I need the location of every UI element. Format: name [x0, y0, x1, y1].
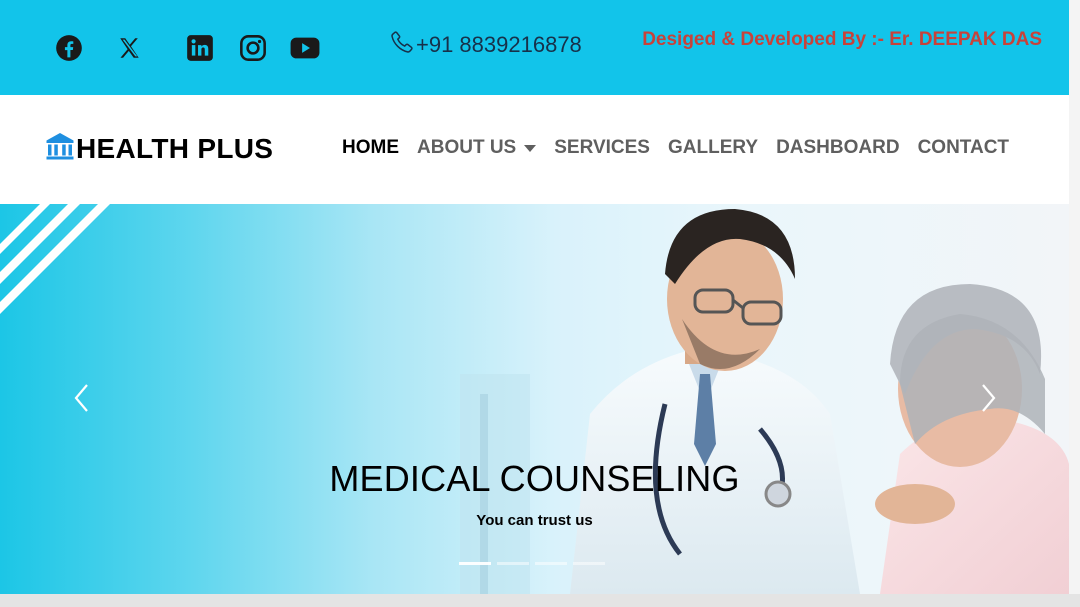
- nav-about-us-label: ABOUT US: [417, 137, 517, 158]
- hero-carousel: MEDICAL COUNSELING You can trust us: [0, 204, 1069, 594]
- hero-title: MEDICAL COUNSELING: [329, 458, 740, 499]
- nav-home[interactable]: HOME: [342, 137, 399, 159]
- nav-dashboard[interactable]: DASHBOARD: [776, 137, 900, 159]
- developer-credit: Desiged & Developed By :- Er. DEEPAK DAS: [642, 29, 1042, 50]
- main-navbar: HEALTH PLUS HOME ABOUT US SERVICES GALLE…: [0, 95, 1069, 204]
- facebook-icon[interactable]: [54, 33, 84, 63]
- nav-contact[interactable]: CONTACT: [918, 137, 1009, 159]
- phone-icon: [390, 30, 414, 60]
- carousel-indicator-1[interactable]: [459, 562, 491, 565]
- decorative-stripes: [0, 204, 110, 314]
- carousel-indicator-2[interactable]: [497, 562, 529, 565]
- nav-menu: HOME ABOUT US SERVICES GALLERY DASHBOARD…: [342, 137, 1027, 159]
- carousel-prev-button[interactable]: [66, 382, 96, 418]
- bank-building-icon: [45, 131, 75, 166]
- youtube-icon[interactable]: [290, 33, 320, 63]
- brand-logo[interactable]: HEALTH PLUS: [45, 131, 273, 166]
- caret-down-icon: [524, 144, 537, 152]
- page-scrollbar[interactable]: [1069, 0, 1080, 594]
- top-contact-bar: +91 8839216878 Desiged & Developed By :-…: [0, 0, 1069, 95]
- nav-about-us-dropdown[interactable]: ABOUT US: [417, 137, 537, 159]
- phone-number: +91 8839216878: [416, 32, 582, 57]
- chevron-right-icon: [981, 383, 997, 418]
- linkedin-icon[interactable]: [185, 33, 215, 63]
- nav-gallery[interactable]: GALLERY: [668, 137, 758, 159]
- carousel-indicators: [459, 562, 605, 565]
- next-section-edge: [0, 594, 1080, 607]
- carousel-indicator-4[interactable]: [573, 562, 605, 565]
- x-twitter-icon[interactable]: [115, 33, 145, 63]
- carousel-next-button[interactable]: [974, 382, 1004, 418]
- instagram-icon[interactable]: [238, 33, 268, 63]
- nav-services[interactable]: SERVICES: [554, 137, 650, 159]
- phone-contact[interactable]: +91 8839216878: [390, 30, 582, 60]
- hero-subtitle: You can trust us: [476, 512, 593, 529]
- brand-name: HEALTH PLUS: [76, 132, 274, 164]
- carousel-indicator-3[interactable]: [535, 562, 567, 565]
- chevron-left-icon: [73, 383, 89, 418]
